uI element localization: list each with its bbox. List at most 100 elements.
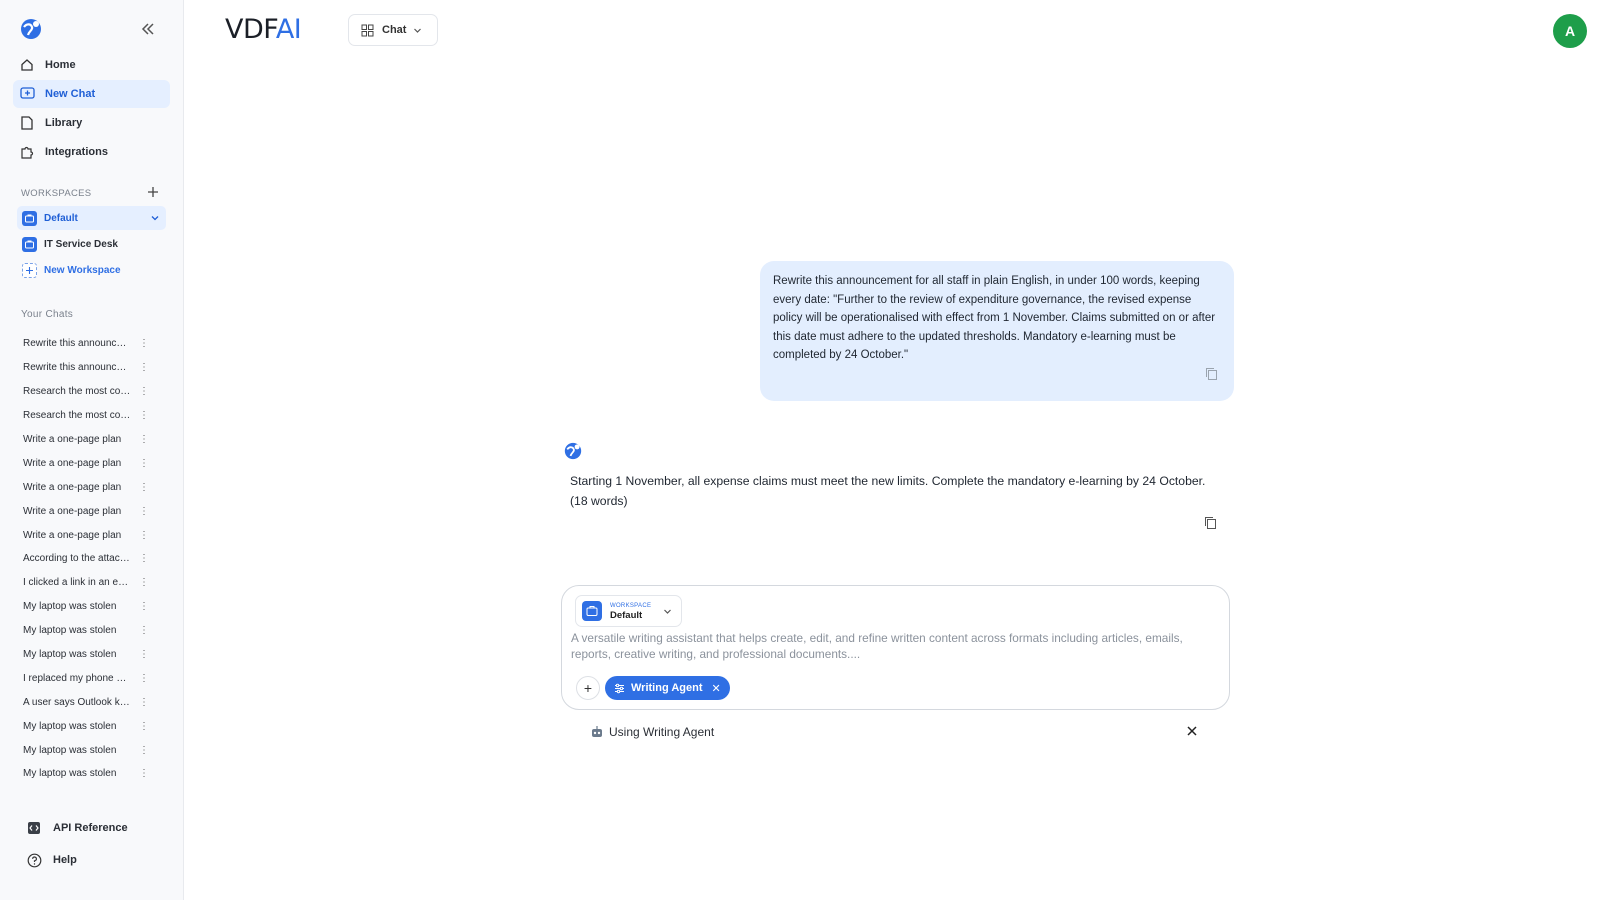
workspace-item-it-service-desk[interactable]: IT Service Desk [17,232,166,256]
user-avatar[interactable]: A [1553,14,1587,48]
chat-title: Rewrite this announcement for all staff … [23,362,131,374]
chat-item[interactable]: Rewrite this announcement for all staff … [17,356,157,380]
new-workspace-button[interactable]: New Workspace [17,258,166,282]
attach-button[interactable]: + [576,676,600,700]
message-input[interactable]: A versatile writing assistant that helps… [571,631,1211,662]
main-nav: Home New Chat Library Integrations [13,51,170,167]
add-workspace-icon[interactable] [147,186,159,198]
puzzle-icon [19,144,35,160]
chat-history-list: Rewrite this announcement for all staff … [17,332,157,786]
chat-item[interactable]: I replaced my phone and ⋮ [17,666,157,690]
chat-title: Write a one-page plan [23,529,122,541]
assistant-message: Starting 1 November, all expense claims … [570,474,1206,508]
chat-title: Write a one-page plan [23,457,122,469]
workspace-selector[interactable]: WORKSPACE Default [575,595,682,627]
more-options-icon[interactable]: ⋮ [139,530,149,541]
more-options-icon[interactable]: ⋮ [139,768,149,779]
more-options-icon[interactable]: ⋮ [139,697,149,708]
nav-label: Home [45,59,76,71]
chat-title: Write a one-page plan [23,505,122,517]
sidebar-footer: API Reference Help [26,812,166,876]
chat-item[interactable]: Write a one-page plan ⋮ [17,475,157,499]
collapse-sidebar-icon[interactable] [139,20,157,38]
more-options-icon[interactable]: ⋮ [139,482,149,493]
grid-icon [361,24,374,36]
briefcase-icon [22,210,37,226]
chat-item[interactable]: Write a one-page plan ⋮ [17,523,157,547]
more-options-icon[interactable]: ⋮ [139,506,149,517]
chat-item[interactable]: Write a one-page plan ⋮ [17,428,157,452]
chat-item[interactable]: Research the most common causes ⋮ [17,404,157,428]
more-options-icon[interactable]: ⋮ [139,721,149,732]
chat-title: My laptop was stolen [23,649,117,661]
chat-item[interactable]: I clicked a link in an email ⋮ [17,571,157,595]
chat-item[interactable]: My laptop was stolen ⋮ [17,714,157,738]
chat-item[interactable]: Rewrite this announcement for all staff … [17,332,157,356]
chat-item[interactable]: My laptop was stolen ⋮ [17,595,157,619]
home-icon [19,57,35,73]
more-options-icon[interactable]: ⋮ [139,673,149,684]
workspace-name: Default [610,609,643,621]
mode-selector[interactable]: Chat [348,14,438,46]
mode-label: Chat [382,24,407,36]
brand-suffix: AI [275,14,302,45]
nav-home[interactable]: Home [13,51,170,79]
workspace-label: Default [44,212,78,224]
chat-item[interactable]: My laptop was stolen ⋮ [17,762,157,786]
nav-new-chat[interactable]: New Chat [13,80,170,108]
chevron-down-icon[interactable] [150,213,160,223]
chat-item[interactable]: Write a one-page plan ⋮ [17,499,157,523]
more-options-icon[interactable]: ⋮ [139,458,149,469]
chat-title: My laptop was stolen [23,768,117,780]
copy-icon[interactable] [1204,516,1217,530]
brand-logo: VDFAI [225,14,302,45]
workspace-item-default[interactable]: Default [17,206,166,230]
nav-label: New Chat [45,88,96,100]
chat-title: Write a one-page plan [23,481,122,493]
api-reference-link[interactable]: API Reference [26,812,166,844]
agent-pill[interactable]: Writing Agent ✕ [605,676,730,700]
chat-item[interactable]: Research the most common causes ⋮ [17,380,157,404]
more-options-icon[interactable]: ⋮ [139,434,149,445]
more-options-icon[interactable]: ⋮ [139,553,149,564]
more-options-icon[interactable]: ⋮ [139,649,149,660]
link-label: API Reference [53,822,128,834]
close-icon[interactable] [1186,725,1198,737]
chat-item[interactable]: According to the attached document ⋮ [17,547,157,571]
chat-title: A user says Outlook keeps [23,696,131,708]
user-message-text: Rewrite this announcement for all staff … [773,275,1216,362]
chat-item[interactable]: Write a one-page plan ⋮ [17,451,157,475]
copy-icon[interactable] [1205,367,1218,381]
chevron-down-icon [414,28,422,33]
nav-integrations[interactable]: Integrations [13,138,170,166]
nav-library[interactable]: Library [13,109,170,137]
more-options-icon[interactable]: ⋮ [139,745,149,756]
more-options-icon[interactable]: ⋮ [139,601,149,612]
more-options-icon[interactable]: ⋮ [139,386,149,397]
logo-icon[interactable] [20,18,42,40]
workspace-label: IT Service Desk [44,238,118,250]
workspaces-heading: WORKSPACES [21,188,92,199]
more-options-icon[interactable]: ⋮ [139,577,149,588]
agent-status-text: Using Writing Agent [609,725,715,739]
more-options-icon[interactable]: ⋮ [139,410,149,421]
chat-title: I replaced my phone and [23,672,131,684]
workspace-list: Default IT Service Desk New Workspace [17,206,166,284]
more-options-icon[interactable]: ⋮ [139,362,149,373]
brand-prefix: VDF [225,14,276,45]
agent-status: Using Writing Agent [590,723,1200,741]
briefcase-icon [582,601,602,621]
chat-item[interactable]: My laptop was stolen ⋮ [17,738,157,762]
your-chats-heading: Your Chats [21,309,74,320]
chat-title: My laptop was stolen [23,625,117,637]
chat-item[interactable]: My laptop was stolen ⋮ [17,619,157,643]
more-options-icon[interactable]: ⋮ [139,625,149,636]
chat-title: According to the attached document [23,553,131,565]
remove-agent-icon[interactable]: ✕ [712,682,721,695]
nav-label: Library [45,117,83,129]
help-link[interactable]: Help [26,844,166,876]
chat-item[interactable]: A user says Outlook keeps ⋮ [17,690,157,714]
assistant-logo-icon [564,442,582,460]
chat-item[interactable]: My laptop was stolen ⋮ [17,643,157,667]
more-options-icon[interactable]: ⋮ [139,338,149,349]
